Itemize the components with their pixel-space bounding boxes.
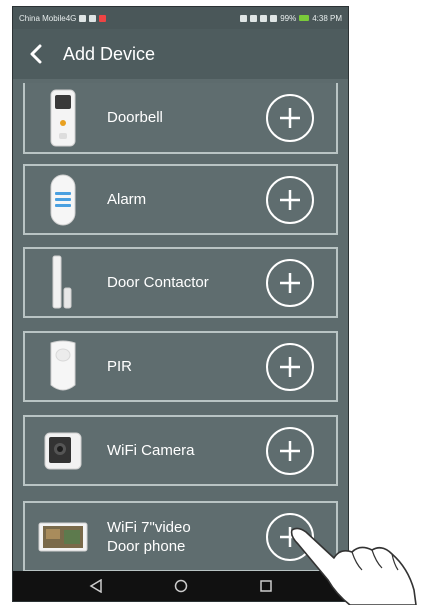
add-doorbell-button[interactable]	[266, 93, 314, 142]
page-title: Add Device	[63, 43, 156, 64]
device-label: Door Contactor	[107, 274, 209, 291]
alarm-siren-icon	[37, 170, 89, 230]
wifi-camera-icon	[37, 421, 89, 481]
bluetooth-icon	[250, 14, 258, 22]
device-label: PIR	[107, 358, 133, 375]
device-row-alarm[interactable]: Alarm	[23, 164, 338, 235]
chevron-left-icon	[30, 44, 42, 64]
location-icon	[240, 14, 248, 22]
device-label: WiFi Camera	[107, 442, 195, 459]
nav-recents-button[interactable]	[254, 574, 278, 598]
status-right: 99% 4:38 PM	[240, 14, 342, 23]
device-row-wifi-camera[interactable]: WiFi Camera	[23, 415, 338, 486]
device-label: Alarm	[107, 191, 147, 208]
back-button[interactable]	[23, 41, 49, 67]
plus-icon	[280, 440, 300, 461]
pir-motion-sensor-icon	[37, 337, 89, 397]
door-contact-sensor-icon	[37, 253, 89, 313]
battery-percent: 99%	[280, 13, 297, 23]
plus-icon	[280, 107, 300, 128]
plus-icon	[280, 189, 300, 210]
add-wifi-camera-button[interactable]	[266, 426, 314, 475]
phone-screen: China Mobile4G 99% 4:38 PM Add Device Do…	[12, 6, 349, 602]
nav-home-button[interactable]	[169, 574, 193, 598]
device-label: WiFi 7"video Door phone	[107, 518, 191, 556]
device-label: Doorbell	[107, 109, 163, 126]
plus-icon	[280, 272, 300, 293]
status-bar: China Mobile4G 99% 4:38 PM	[13, 7, 348, 29]
notification-icon	[79, 14, 87, 22]
battery-icon	[299, 15, 310, 21]
device-row-pir[interactable]: PIR	[23, 331, 338, 402]
device-row-door-contactor[interactable]: Door Contactor	[23, 247, 338, 318]
cell-signal-icon	[270, 14, 278, 22]
app-header: Add Device	[13, 29, 348, 79]
add-door-contactor-button[interactable]	[266, 258, 314, 307]
carrier-text: China Mobile4G	[19, 13, 77, 23]
alert-icon	[99, 14, 107, 22]
add-pir-button[interactable]	[266, 342, 314, 391]
home-circle-icon	[174, 579, 187, 593]
recents-square-icon	[259, 580, 272, 592]
pointing-hand-icon	[290, 527, 417, 605]
doorbell-icon	[37, 88, 89, 148]
status-left: China Mobile4G	[19, 13, 107, 23]
video-door-phone-icon	[37, 507, 89, 567]
plus-icon	[280, 356, 300, 377]
nav-back-button[interactable]	[84, 574, 108, 598]
wifi-signal-icon	[260, 14, 268, 22]
device-row-doorbell[interactable]: Doorbell	[23, 83, 338, 154]
add-alarm-button[interactable]	[266, 175, 314, 224]
back-triangle-icon	[89, 579, 102, 593]
status-time: 4:38 PM	[312, 13, 342, 23]
device-label-line2: Door phone	[107, 537, 186, 555]
message-icon	[89, 14, 97, 22]
device-label-line1: WiFi 7"video	[107, 518, 191, 536]
